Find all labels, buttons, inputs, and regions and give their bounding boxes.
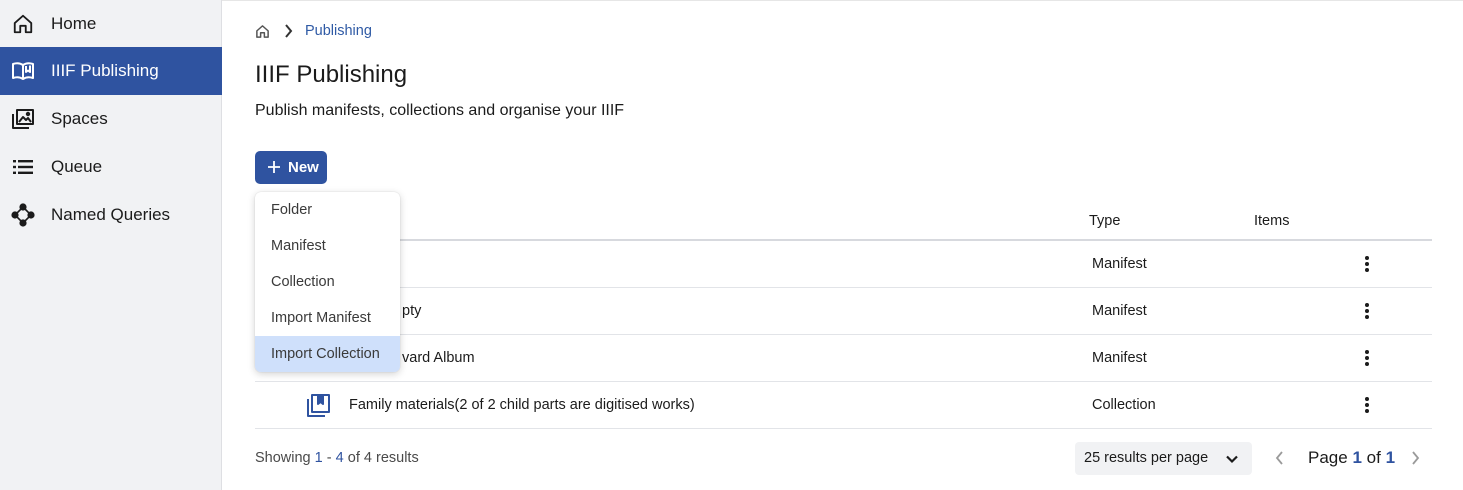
menu-item-import-manifest[interactable]: Import Manifest	[255, 300, 400, 336]
sidebar: Home IIIF Publishing Spaces Queue Named …	[0, 0, 222, 490]
sidebar-item-spaces[interactable]: Spaces	[0, 95, 222, 143]
new-button[interactable]: New	[255, 151, 327, 184]
menu-item-import-collection[interactable]: Import Collection	[255, 336, 400, 372]
more-options-icon[interactable]	[1357, 394, 1377, 416]
chevron-right-icon	[282, 23, 294, 39]
page-indicator: Page 1 of 1	[1308, 448, 1396, 467]
menu-item-folder[interactable]: Folder	[255, 192, 400, 228]
column-header-type[interactable]: Type	[1089, 213, 1120, 229]
sidebar-item-label: IIIF Publishing	[51, 61, 159, 80]
app-root: Home IIIF Publishing Spaces Queue Named …	[0, 0, 1463, 490]
table-row[interactable]: Family materials(2 of 2 child parts are …	[255, 382, 1432, 429]
menu-item-collection[interactable]: Collection	[255, 264, 400, 300]
row-title[interactable]: vard Album	[402, 350, 475, 366]
sidebar-item-label: Queue	[51, 157, 103, 176]
more-options-icon[interactable]	[1357, 253, 1377, 275]
page-description: Publish manifests, collections and organ…	[255, 102, 625, 119]
breadcrumb-current[interactable]: Publishing	[305, 23, 372, 39]
image-stack-icon	[11, 107, 35, 131]
row-type: Collection	[1092, 397, 1156, 413]
row-type: Manifest	[1092, 303, 1147, 319]
sidebar-item-label: Home	[51, 14, 97, 33]
network-nodes-icon	[11, 203, 35, 227]
row-type: Manifest	[1092, 350, 1147, 366]
page-title: IIIF Publishing	[255, 61, 408, 88]
new-button-label: New	[288, 159, 319, 176]
results-summary: Showing 1 - 4 of 4 results	[255, 450, 419, 466]
home-icon[interactable]	[254, 23, 270, 39]
table-row[interactable]: Manifest	[255, 241, 1432, 288]
table-row[interactable]: pty Manifest	[255, 288, 1432, 335]
home-icon	[11, 12, 35, 36]
sidebar-item-named-queries[interactable]: Named Queries	[0, 191, 222, 239]
menu-item-manifest[interactable]: Manifest	[255, 228, 400, 264]
more-options-icon[interactable]	[1357, 300, 1377, 322]
sidebar-item-home[interactable]: Home	[0, 0, 222, 48]
list-icon	[11, 155, 35, 179]
collection-icon	[305, 393, 331, 419]
more-options-icon[interactable]	[1357, 347, 1377, 369]
sidebar-item-queue[interactable]: Queue	[0, 143, 222, 191]
open-book-icon	[11, 59, 35, 83]
breadcrumb: Publishing	[254, 22, 372, 40]
row-title[interactable]: Family materials(2 of 2 child parts are …	[349, 397, 695, 413]
row-title[interactable]: pty	[402, 303, 421, 319]
row-type: Manifest	[1092, 256, 1147, 272]
sidebar-item-iiif-publishing[interactable]: IIIF Publishing	[0, 47, 222, 95]
results-per-page-value: 25 results per page	[1084, 450, 1209, 466]
table-row[interactable]: vard Album Manifest	[255, 335, 1432, 382]
sidebar-item-label: Spaces	[51, 109, 108, 128]
next-page-icon[interactable]	[1407, 449, 1423, 467]
new-dropdown-menu: Folder Manifest Collection Import Manife…	[255, 192, 400, 372]
previous-page-icon[interactable]	[1271, 449, 1287, 467]
chevron-down-icon	[1224, 451, 1240, 467]
results-per-page-select[interactable]: 25 results per page	[1075, 442, 1252, 475]
plus-icon	[266, 159, 282, 175]
column-header-items[interactable]: Items	[1254, 213, 1289, 229]
sidebar-item-label: Named Queries	[51, 205, 171, 224]
